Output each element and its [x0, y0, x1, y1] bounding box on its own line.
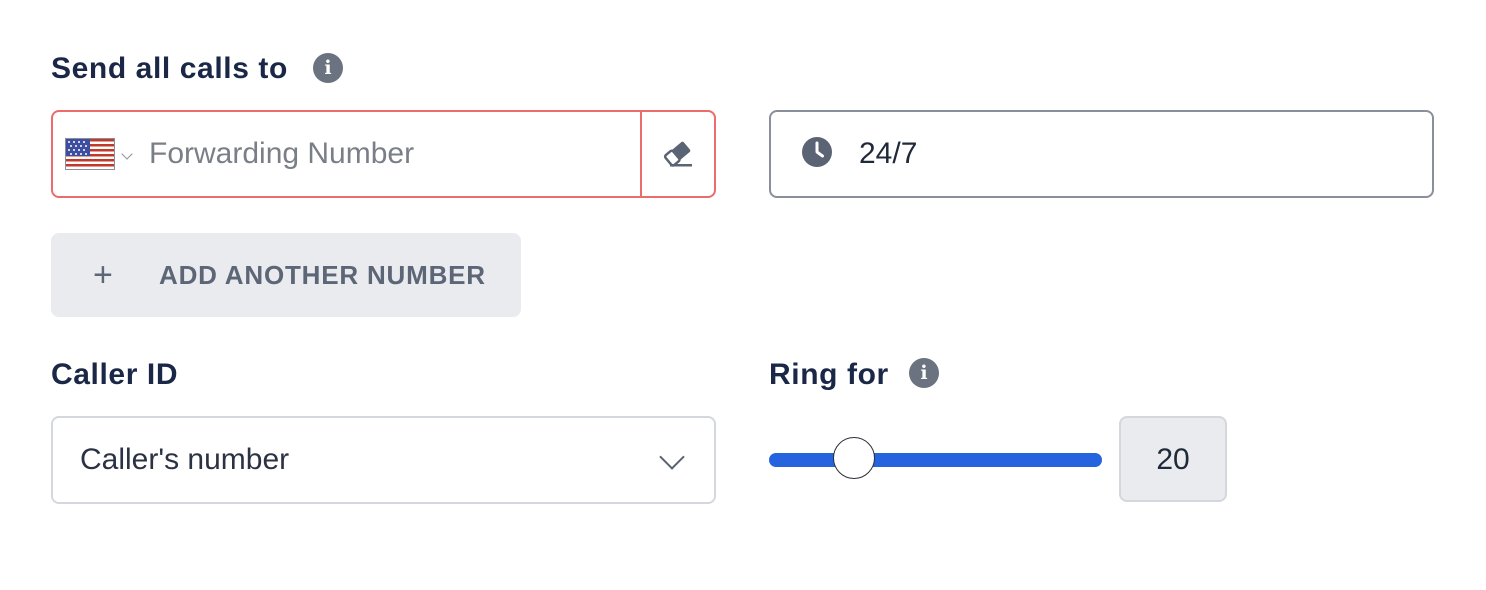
info-icon[interactable]: i: [313, 53, 343, 83]
forwarding-number-input[interactable]: [149, 132, 635, 176]
send-all-calls-label: Send all calls to: [51, 52, 288, 85]
caller-id-selected-value: Caller's number: [80, 443, 290, 476]
ring-duration-slider-track[interactable]: [769, 453, 1102, 467]
info-icon[interactable]: i: [909, 358, 939, 388]
clock-icon: [802, 137, 832, 167]
caller-id-select[interactable]: Caller's number: [51, 416, 716, 504]
ring-duration-value: 20: [1156, 443, 1190, 476]
add-another-number-button[interactable]: + ADD ANOTHER NUMBER: [51, 233, 521, 317]
forwarding-number-field: [51, 110, 716, 198]
schedule-value: 24/7: [859, 137, 918, 170]
add-another-number-label: ADD ANOTHER NUMBER: [159, 260, 486, 290]
country-chevron-down-icon[interactable]: [121, 148, 133, 160]
chevron-down-icon: [659, 444, 685, 470]
ring-duration-value-box[interactable]: 20: [1119, 416, 1227, 502]
schedule-selector[interactable]: 24/7: [769, 110, 1434, 198]
caller-id-label: Caller ID: [51, 358, 179, 391]
us-flag-icon[interactable]: [65, 138, 115, 170]
ring-for-label: Ring for: [769, 358, 889, 391]
ring-duration-slider-thumb[interactable]: [833, 437, 875, 479]
plus-icon: +: [93, 256, 113, 294]
eraser-icon: [663, 141, 692, 167]
clear-number-button[interactable]: [642, 112, 714, 196]
